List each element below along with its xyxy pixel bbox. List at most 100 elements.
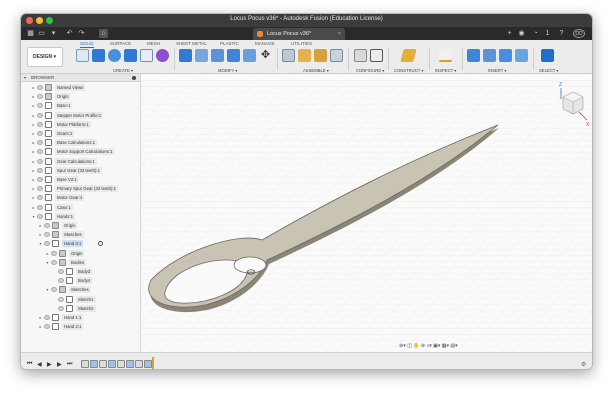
form-icon[interactable] xyxy=(156,49,169,62)
look-at-icon[interactable]: ◫ xyxy=(407,343,412,349)
group-configure[interactable]: CONFIGURE ▾ xyxy=(356,68,384,73)
orbit-icon[interactable]: ⊕▾ xyxy=(399,343,406,349)
browser-item[interactable]: ▸ Gears:1 xyxy=(31,129,131,138)
viewports-icon[interactable]: ▤▾ xyxy=(450,343,457,349)
rigid-group-icon[interactable] xyxy=(330,49,343,62)
tab-surface[interactable]: SURFACE xyxy=(110,41,131,46)
browser-item[interactable]: ▸ Base V2:1 xyxy=(31,175,131,184)
browser-item[interactable]: ▾ Sketches xyxy=(45,285,145,294)
fit-icon[interactable]: ⌕▾ xyxy=(426,343,431,349)
collapse-arrow-icon[interactable]: ▾ xyxy=(45,285,50,294)
fillet-icon[interactable] xyxy=(195,49,208,62)
new-component-icon[interactable] xyxy=(282,49,295,62)
activate-component-icon[interactable] xyxy=(98,241,103,247)
timeline-feature[interactable] xyxy=(108,360,116,368)
expand-arrow-icon[interactable]: ▸ xyxy=(38,322,43,331)
browser-item[interactable]: ▸ Case:1 xyxy=(31,203,131,212)
browser-item[interactable]: ▸ Motor Support Calculations:1 xyxy=(31,147,131,156)
measure-icon[interactable] xyxy=(439,49,452,62)
user-avatar[interactable]: DD xyxy=(573,29,585,38)
visibility-eye-icon[interactable] xyxy=(37,112,43,118)
expand-arrow-icon[interactable]: ▸ xyxy=(31,147,36,156)
tab-solid[interactable]: SOLID xyxy=(80,41,94,48)
job-status-icon[interactable]: ◔ xyxy=(531,29,540,38)
insert-svg-icon[interactable] xyxy=(499,49,512,62)
tab-utilities[interactable]: UTILITIES xyxy=(291,41,312,46)
collapse-arrow-icon[interactable]: ▾ xyxy=(45,258,50,267)
timeline-feature[interactable] xyxy=(144,360,152,368)
collapse-arrow-icon[interactable]: ▾ xyxy=(24,74,26,82)
parameters-icon[interactable] xyxy=(370,49,383,62)
save-icon[interactable]: ▾ xyxy=(49,29,58,38)
visibility-eye-icon[interactable] xyxy=(44,232,50,238)
extensions-icon[interactable]: ◉ xyxy=(517,29,526,38)
help-icon[interactable]: ? xyxy=(557,29,566,38)
timeline-feature[interactable] xyxy=(99,360,107,368)
timeline-settings-icon[interactable]: ⚙ xyxy=(581,361,586,368)
expand-arrow-icon[interactable]: ▸ xyxy=(31,129,36,138)
redo-icon[interactable]: ↷ xyxy=(77,29,86,38)
select-arrow-icon[interactable] xyxy=(541,49,554,62)
expand-arrow-icon[interactable]: ▸ xyxy=(38,230,43,239)
tab-manage[interactable]: MANAGE xyxy=(255,41,275,46)
timeline-prev-icon[interactable]: ◀ xyxy=(37,361,42,368)
display-settings-icon[interactable]: ▣▾ xyxy=(433,343,440,349)
browser-item[interactable]: ▸ Sketches xyxy=(38,230,138,239)
timeline-last-icon[interactable]: ⏭ xyxy=(67,361,72,368)
visibility-eye-icon[interactable] xyxy=(58,278,64,284)
browser-item[interactable]: ▸ Spur Gear (32 teeth):1 xyxy=(31,166,131,175)
expand-arrow-icon[interactable]: ▸ xyxy=(31,203,36,212)
visibility-eye-icon[interactable] xyxy=(51,287,57,293)
browser-item[interactable]: ▸ Stepper Motor Profile:1 xyxy=(31,111,131,120)
move-copy-icon[interactable]: ✥ xyxy=(259,49,272,62)
configure-table-icon[interactable] xyxy=(354,49,367,62)
undo-icon[interactable]: ↶ xyxy=(65,29,74,38)
browser-item[interactable]: ▸ Motor Platform:1 xyxy=(31,120,131,129)
browser-item[interactable]: ▸ Origin xyxy=(45,249,145,258)
expand-arrow-icon[interactable]: ▸ xyxy=(31,111,36,120)
shell-icon[interactable] xyxy=(227,49,240,62)
new-tab-icon[interactable]: + xyxy=(505,29,514,38)
expand-arrow-icon[interactable]: ▸ xyxy=(31,138,36,147)
visibility-eye-icon[interactable] xyxy=(37,131,43,136)
model-canvas[interactable]: Z X xyxy=(141,74,593,352)
browser-item[interactable]: ▸ Origin xyxy=(38,221,138,230)
as-built-joint-icon[interactable] xyxy=(314,49,327,62)
browser-item[interactable]: Sketch2 xyxy=(52,304,152,313)
visibility-eye-icon[interactable] xyxy=(37,177,43,182)
group-assemble[interactable]: ASSEMBLE ▾ xyxy=(303,68,329,73)
browser-item[interactable]: ▾ Bodies xyxy=(45,258,145,267)
browser-item[interactable]: ▸ Named Views xyxy=(31,83,131,92)
visibility-eye-icon[interactable] xyxy=(37,213,43,219)
visibility-eye-icon[interactable] xyxy=(37,140,43,146)
tab-plastic[interactable]: PLASTIC xyxy=(220,41,239,46)
visibility-eye-icon[interactable] xyxy=(37,103,43,109)
visibility-eye-icon[interactable] xyxy=(58,305,64,311)
expand-arrow-icon[interactable]: ▸ xyxy=(31,101,36,110)
browser-item[interactable]: ▸ Base Calculations:1 xyxy=(31,138,131,147)
browser-item[interactable]: ▸ Hand 1:1 xyxy=(38,313,138,322)
press-pull-icon[interactable] xyxy=(179,49,192,62)
visibility-eye-icon[interactable] xyxy=(37,94,43,100)
timeline-marker[interactable] xyxy=(152,357,154,369)
group-inspect[interactable]: INSPECT ▾ xyxy=(435,68,456,73)
timeline-feature[interactable] xyxy=(126,360,134,368)
insert-canvas-icon[interactable] xyxy=(515,49,528,62)
group-construct[interactable]: CONSTRUCT ▾ xyxy=(394,68,423,73)
browser-item[interactable]: Sketch1 xyxy=(52,295,152,304)
group-select[interactable]: SELECT ▾ xyxy=(539,68,558,73)
workspace-switcher[interactable]: DESIGN ▾ xyxy=(27,47,63,67)
pan-icon[interactable]: ✋ xyxy=(413,343,419,349)
browser-item[interactable]: ▾ Hands:1 xyxy=(31,212,131,221)
home-icon[interactable]: ⌂ xyxy=(99,29,108,38)
visibility-eye-icon[interactable] xyxy=(37,121,43,127)
collapse-arrow-icon[interactable]: ▾ xyxy=(38,239,43,248)
revolve-icon[interactable] xyxy=(108,49,121,62)
visibility-eye-icon[interactable] xyxy=(37,149,43,155)
extrude-icon[interactable] xyxy=(92,49,105,62)
zoom-icon[interactable]: ⊕ xyxy=(421,343,425,349)
timeline-play-icon[interactable]: ▶ xyxy=(47,361,52,368)
visibility-eye-icon[interactable] xyxy=(37,186,43,192)
visibility-eye-icon[interactable] xyxy=(44,315,50,320)
expand-arrow-icon[interactable]: ▸ xyxy=(31,83,36,92)
